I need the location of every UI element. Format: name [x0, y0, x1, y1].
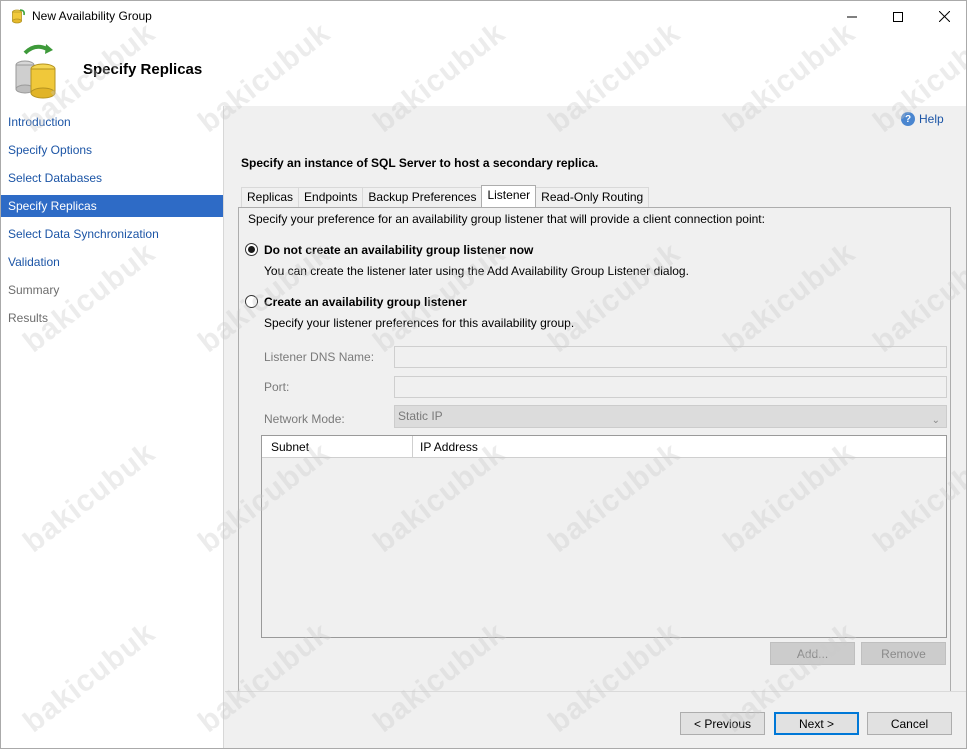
radio-no-listener[interactable] — [245, 243, 258, 256]
ip-address-grid[interactable]: Subnet IP Address — [261, 435, 947, 638]
create-listener-label[interactable]: Create an availability group listener — [264, 295, 467, 309]
nav-item-introduction[interactable]: Introduction — [1, 111, 223, 133]
database-replica-icon — [15, 44, 56, 99]
listener-dns-name-input[interactable] — [394, 346, 947, 368]
maximize-icon — [893, 11, 903, 22]
port-label: Port: — [264, 380, 290, 394]
nav-item-select-databases[interactable]: Select Databases — [1, 167, 223, 189]
nav-item-specify-replicas[interactable]: Specify Replicas — [1, 195, 223, 217]
grid-column-ip-address: IP Address — [420, 440, 478, 454]
listener-intro-text: Specify your preference for an availabil… — [248, 212, 765, 226]
wizard-footer: < Previous Next > Cancel — [225, 691, 966, 748]
tab-replicas[interactable]: Replicas — [241, 187, 300, 207]
instruction-text: Specify an instance of SQL Server to hos… — [241, 156, 599, 170]
grid-column-subnet: Subnet — [262, 436, 413, 458]
no-listener-label[interactable]: Do not create an availability group list… — [264, 243, 533, 257]
close-icon — [938, 11, 950, 22]
port-input[interactable] — [394, 376, 947, 398]
wizard-nav: Introduction Specify Options Select Data… — [1, 106, 224, 748]
nav-item-results: Results — [8, 311, 49, 325]
nav-item-select-data-synchronization[interactable]: Select Data Synchronization — [1, 223, 223, 245]
listener-tab-panel: Specify your preference for an availabil… — [238, 207, 951, 748]
network-mode-label: Network Mode: — [264, 412, 345, 426]
radio-create-listener[interactable] — [245, 295, 258, 308]
help-link[interactable]: ? Help — [901, 112, 944, 126]
tab-backup-preferences[interactable]: Backup Preferences — [362, 187, 483, 207]
tab-endpoints[interactable]: Endpoints — [298, 187, 364, 207]
network-mode-value: Static IP — [398, 409, 443, 423]
remove-button[interactable]: Remove — [861, 642, 946, 665]
nav-item-summary: Summary — [8, 283, 60, 297]
cancel-button[interactable]: Cancel — [867, 712, 952, 735]
create-listener-description: Specify your listener preferences for th… — [264, 316, 575, 330]
page-title: Specify Replicas — [83, 61, 203, 78]
no-listener-description: You can create the listener later using … — [264, 264, 689, 278]
title-bar: New Availability Group — [1, 1, 966, 32]
minimize-button[interactable] — [829, 1, 875, 32]
nav-item-specify-options[interactable]: Specify Options — [1, 139, 223, 161]
next-button[interactable]: Next > — [774, 712, 859, 735]
chevron-down-icon: ⌄ — [931, 415, 940, 426]
help-label: Help — [919, 112, 944, 126]
tab-listener[interactable]: Listener — [481, 185, 537, 207]
network-mode-select[interactable]: Static IP ⌄ — [394, 405, 947, 428]
tab-read-only-routing[interactable]: Read-Only Routing — [535, 187, 650, 207]
tab-strip: Replicas Endpoints Backup Preferences Li… — [241, 185, 650, 207]
wizard-header: Specify Replicas — [1, 32, 966, 106]
maximize-button[interactable] — [875, 1, 921, 32]
dialog-window: New Availability Group Specify Replicas … — [0, 0, 967, 749]
minimize-icon — [847, 16, 857, 17]
main-content: ? Help Specify an instance of SQL Server… — [225, 106, 966, 748]
availability-group-app-icon — [12, 9, 25, 24]
nav-item-validation[interactable]: Validation — [1, 251, 223, 273]
listener-dns-name-label: Listener DNS Name: — [264, 350, 375, 364]
close-button[interactable] — [921, 1, 966, 32]
help-icon: ? — [901, 112, 915, 126]
grid-header: Subnet IP Address — [262, 436, 946, 458]
add-button[interactable]: Add... — [770, 642, 855, 665]
previous-button[interactable]: < Previous — [680, 712, 765, 735]
window-title: New Availability Group — [32, 9, 152, 23]
